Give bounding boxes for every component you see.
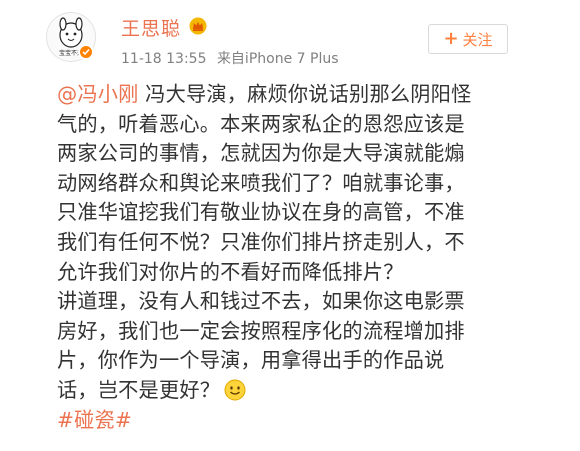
- post-line: 房好，我们也一定会按照程序化的流程增加排: [57, 318, 465, 343]
- post-source: 来自iPhone 7 Plus: [216, 51, 339, 67]
- post-line: #碰瓷#: [57, 406, 537, 436]
- post-line: 我们有任何不悦？只准你们排片挤走别人，不: [57, 229, 465, 254]
- post-line: 片，你作为一个导演，用拿得出手的作品说: [57, 348, 445, 373]
- verified-badge-icon: [78, 44, 94, 60]
- post-line: 动网络群众和舆论来喷我们了？咱就事论事，: [57, 170, 465, 195]
- post-content: @冯小刚 冯大导演，麻烦你说话别那么阴阳怪 气的，听着恶心。本来两家私企的恩怨应…: [57, 80, 537, 435]
- follow-button[interactable]: + 关注: [428, 24, 508, 54]
- vip-crown-icon: [189, 17, 207, 35]
- post-line: 允许我们对你片的不看好而降低排片？: [57, 259, 404, 284]
- post-line: 两家公司的事情，怎就因为你是大导演就能煽: [57, 141, 465, 166]
- plus-icon: +: [443, 28, 459, 49]
- username[interactable]: 王思聪: [121, 14, 181, 41]
- post-line: 只准华谊挖我们有敬业协议在身的高管，不准: [57, 200, 465, 225]
- post-line: @冯小刚 冯大导演，麻烦你说话别那么阴阳怪: [57, 82, 472, 106]
- smile-emoji-icon: [224, 379, 246, 401]
- post-line: 话，岂不是更好？: [57, 376, 537, 406]
- post-line: 气的，听着恶心。本来两家私企的恩怨应该是: [57, 111, 465, 136]
- follow-label: 关注: [462, 30, 493, 49]
- post-line: 讲道理，没有人和钱过不去，如果你这电影票: [57, 289, 465, 314]
- post-time[interactable]: 11-18 13:55: [121, 51, 206, 67]
- mention-link[interactable]: @冯小刚: [57, 82, 139, 106]
- topic-link[interactable]: #碰瓷#: [57, 408, 132, 432]
- post-meta: 11-18 13:55 来自iPhone 7 Plus: [121, 48, 339, 68]
